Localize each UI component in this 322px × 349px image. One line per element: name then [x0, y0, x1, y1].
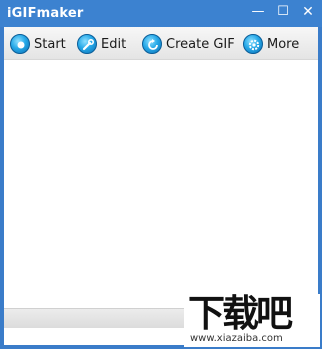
start-label: Start [34, 36, 66, 52]
window-title: iGIFmaker [7, 6, 84, 21]
more-label: More [267, 36, 300, 52]
toolbar: Start Edit Create GIF More [4, 27, 318, 60]
watermark-url: www.xiazaiba.com [190, 333, 283, 344]
close-button[interactable]: ✕ [297, 3, 319, 21]
edit-label: Edit [101, 36, 127, 52]
maximize-button[interactable]: ☐ [272, 3, 294, 21]
edit-button[interactable]: Edit [77, 32, 126, 56]
title-bar[interactable]: iGIFmaker — ☐ ✕ [0, 0, 322, 27]
watermark-logo: 下载吧 [188, 292, 293, 335]
gear-icon [243, 34, 263, 54]
start-button[interactable]: Start [10, 32, 66, 56]
start-icon [10, 34, 30, 54]
wrench-icon [77, 34, 97, 54]
content-area[interactable] [4, 61, 318, 307]
create-gif-label: Create GIF [166, 36, 235, 52]
more-button[interactable]: More [243, 32, 299, 56]
create-gif-button[interactable]: Create GIF [142, 32, 235, 56]
app-window: iGIFmaker — ☐ ✕ Start Edit Create GIF Mo… [0, 0, 322, 349]
watermark: 下载吧 www.xiazaiba.com [184, 294, 320, 347]
minimize-button[interactable]: — [247, 3, 269, 21]
refresh-icon [142, 34, 162, 54]
